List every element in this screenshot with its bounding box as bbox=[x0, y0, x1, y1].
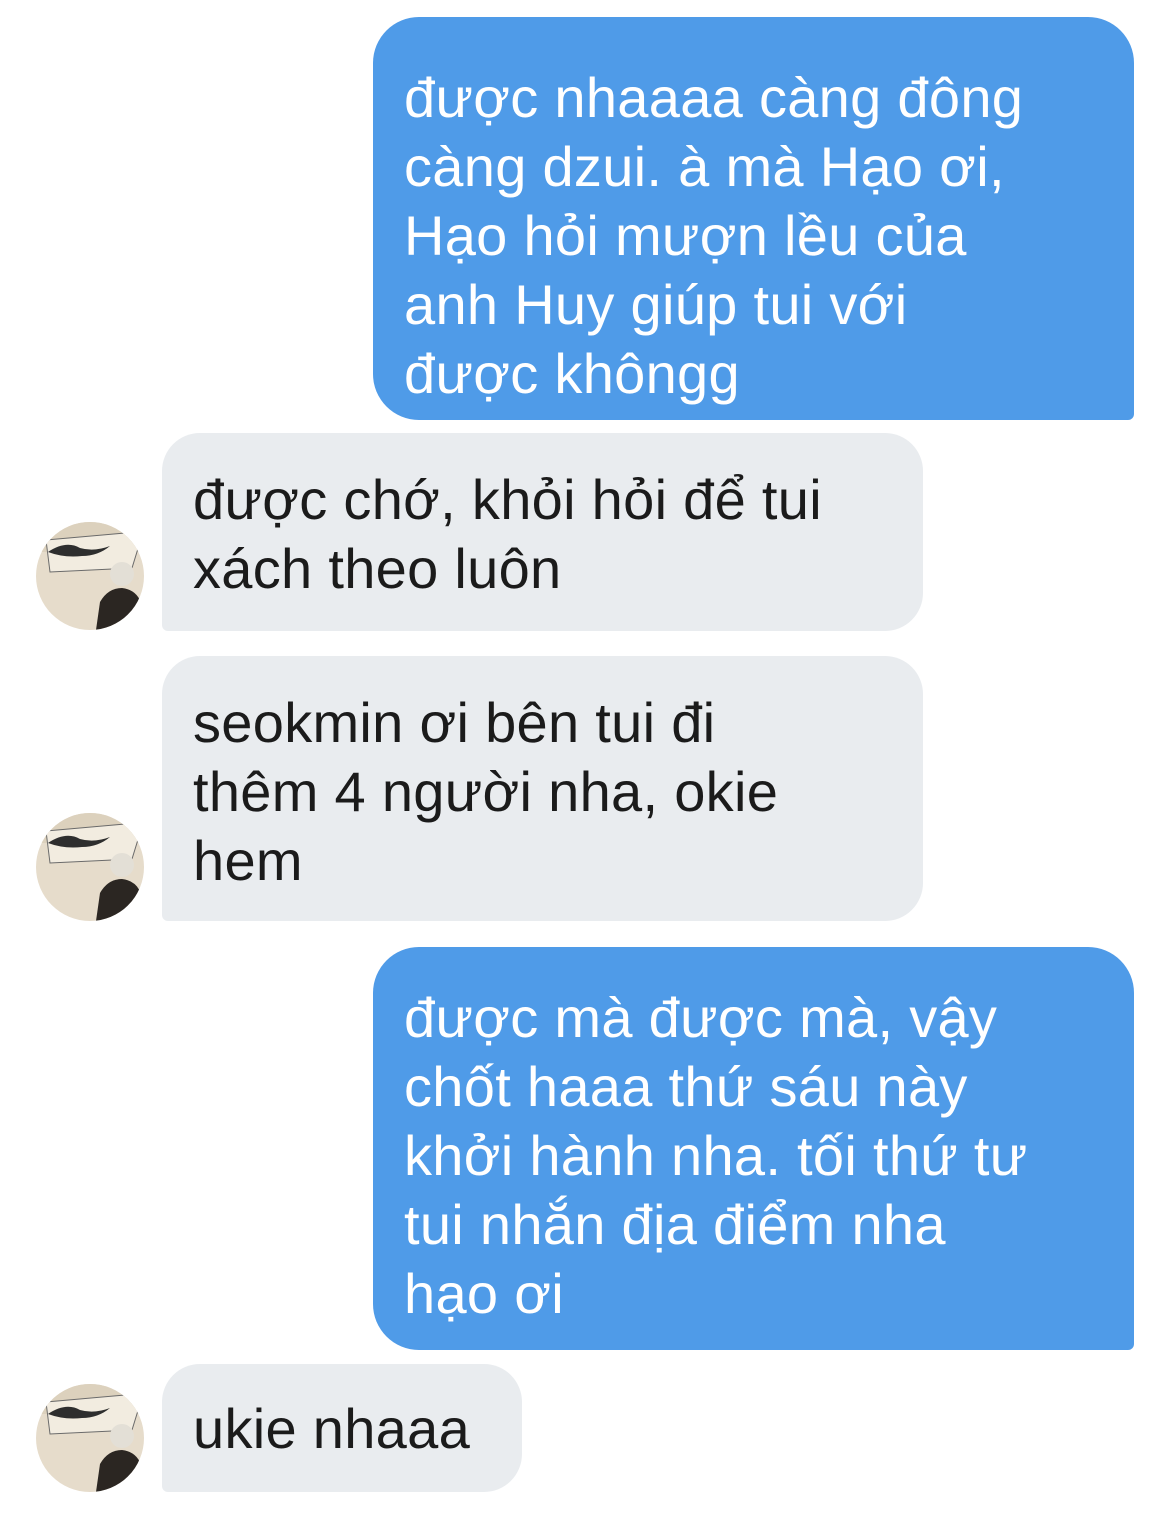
incoming-message-bubble[interactable]: ukie nhaaa bbox=[162, 1364, 522, 1492]
contact-avatar[interactable] bbox=[36, 1384, 144, 1492]
contact-avatar[interactable] bbox=[36, 522, 144, 630]
incoming-message-bubble[interactable]: seokmin ơi bên tui đi thêm 4 người nha, … bbox=[162, 656, 923, 921]
outgoing-message-bubble[interactable]: được mà được mà, vậy chốt haaa thứ sáu n… bbox=[373, 947, 1134, 1350]
outgoing-message-bubble[interactable]: được nhaaaa càng đông càng dzui. à mà Hạ… bbox=[373, 17, 1134, 420]
incoming-message-bubble[interactable]: được chớ, khỏi hỏi để tui xách theo luôn bbox=[162, 433, 923, 631]
contact-avatar[interactable] bbox=[36, 813, 144, 921]
